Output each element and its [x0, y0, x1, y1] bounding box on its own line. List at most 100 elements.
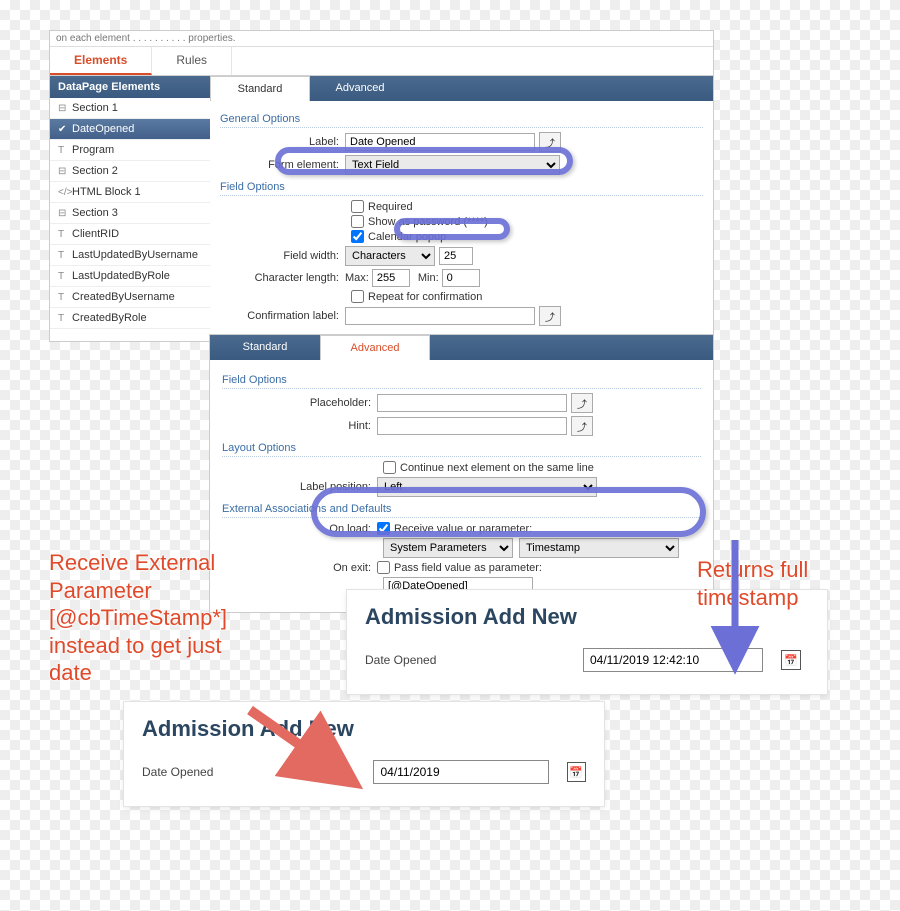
- calendar-icon[interactable]: 📅: [781, 650, 801, 670]
- placeholder-label: Placeholder:: [222, 397, 377, 409]
- insert-param-icon[interactable]: ⤴: [571, 416, 593, 436]
- section-icon: ⊟: [58, 103, 68, 114]
- datapage-elements-sidebar: DataPage Elements ⊟ Section 1 ✔ DateOpened…: [50, 76, 210, 341]
- continue-same-line-checkbox[interactable]: [383, 461, 396, 474]
- calendar-icon[interactable]: 📅: [567, 762, 586, 782]
- show-as-password-label: Show as password (****): [368, 216, 488, 228]
- sidebar-item-label: LastUpdatedByRole: [72, 270, 170, 282]
- label-input[interactable]: [345, 133, 535, 151]
- calendar-popup-label: Calendar popup: [368, 231, 446, 243]
- label-position-select[interactable]: Left: [377, 477, 597, 497]
- onexit-pass-checkbox[interactable]: [377, 561, 390, 574]
- sidebar-item-section3[interactable]: ⊟ Section 3: [50, 203, 210, 224]
- preview2-title: Admission Add New: [142, 716, 586, 742]
- sidebar-item-lastupdatedbyusername[interactable]: T LastUpdatedByUsername: [50, 245, 210, 266]
- group-general-options: General Options: [220, 113, 703, 128]
- cutoff-fragment: on each element . . . . . . . . . . prop…: [50, 31, 713, 47]
- required-label: Required: [368, 201, 413, 213]
- repeat-confirmation-checkbox[interactable]: [351, 290, 364, 303]
- sidebar-item-label: HTML Block 1: [72, 186, 141, 198]
- preview-date-only: Admission Add New Date Opened 📅: [124, 702, 604, 806]
- sidebar-item-createdbyusername[interactable]: T CreatedByUsername: [50, 287, 210, 308]
- sidebar-item-clientrid[interactable]: T ClientRID: [50, 224, 210, 245]
- check-icon: ✔: [58, 124, 68, 135]
- placeholder-input[interactable]: [377, 394, 567, 412]
- show-as-password-checkbox[interactable]: [351, 215, 364, 228]
- field-width-unit-select[interactable]: Characters: [345, 246, 435, 266]
- field-width-label: Field width:: [220, 250, 345, 262]
- tab-rules[interactable]: Rules: [152, 47, 232, 75]
- confirmation-label-label: Confirmation label:: [220, 310, 345, 322]
- sidebar-item-label: Section 3: [72, 207, 118, 219]
- sidebar-item-label: LastUpdatedByUsername: [72, 249, 198, 261]
- field-icon: T: [58, 271, 68, 282]
- insert-param-icon[interactable]: ⤴: [539, 132, 561, 152]
- subtab-standard[interactable]: Standard: [210, 76, 310, 101]
- onload-receive-label: Receive value or parameter:: [394, 523, 532, 535]
- char-length-min-input[interactable]: [442, 269, 480, 287]
- char-length-max-input[interactable]: [372, 269, 410, 287]
- sidebar-item-label: Program: [72, 144, 114, 156]
- form-element-select[interactable]: Text Field: [345, 155, 560, 175]
- group-layout-options: Layout Options: [222, 442, 701, 457]
- required-checkbox[interactable]: [351, 200, 364, 213]
- sidebar-item-program[interactable]: T Program: [50, 140, 210, 161]
- subtab-advanced[interactable]: Advanced: [310, 76, 410, 101]
- hint-label: Hint:: [222, 420, 377, 432]
- subtab-standard-2[interactable]: Standard: [210, 335, 320, 360]
- label-label: Label:: [220, 136, 345, 148]
- top-tabs: Elements Rules: [50, 47, 713, 76]
- sidebar-item-label: CreatedByRole: [72, 312, 147, 324]
- section-icon: ⊟: [58, 208, 68, 219]
- annotation-receive-external-parameter: Receive External Parameter [@cbTimeStamp…: [49, 549, 227, 687]
- sidebar-item-htmlblock1[interactable]: </> HTML Block 1: [50, 182, 210, 203]
- preview2-field-label: Date Opened: [142, 765, 355, 779]
- preview1-date-input[interactable]: [583, 648, 763, 672]
- sidebar-header: DataPage Elements: [50, 76, 210, 98]
- onexit-label: On exit:: [222, 562, 377, 574]
- annotation-returns-full-timestamp: Returns full timestamp: [697, 556, 900, 611]
- sidebar-item-section2[interactable]: ⊟Section 2: [50, 161, 210, 182]
- sidebar-item-createdbyrole[interactable]: T CreatedByRole: [50, 308, 210, 329]
- group-field-options: Field Options: [220, 181, 703, 196]
- html-icon: </>: [58, 187, 68, 198]
- tab-elements[interactable]: Elements: [50, 47, 152, 75]
- sidebar-item-section1[interactable]: ⊟ Section 1: [50, 98, 210, 119]
- continue-same-line-label: Continue next element on the same line: [400, 462, 594, 474]
- label-position-label: Label position:: [222, 481, 377, 493]
- onload-receive-checkbox[interactable]: [377, 522, 390, 535]
- sidebar-item-label: CreatedByUsername: [72, 291, 175, 303]
- param-name-select[interactable]: Timestamp: [519, 538, 679, 558]
- hint-input[interactable]: [377, 417, 567, 435]
- field-width-input[interactable]: [439, 247, 473, 265]
- preview1-field-label: Date Opened: [365, 653, 565, 667]
- sidebar-item-label: Section 2: [72, 165, 118, 177]
- field-icon: T: [58, 313, 68, 324]
- insert-param-icon[interactable]: ⤴: [571, 393, 593, 413]
- field-icon: T: [58, 229, 68, 240]
- onexit-pass-label: Pass field value as parameter:: [394, 562, 542, 574]
- form-element-label: Form element:: [220, 159, 345, 171]
- sidebar-item-label: DateOpened: [72, 123, 134, 135]
- calendar-popup-checkbox[interactable]: [351, 230, 364, 243]
- group-field-options-2: Field Options: [222, 374, 701, 389]
- sidebar-item-lastupdatedbyrole[interactable]: T LastUpdatedByRole: [50, 266, 210, 287]
- char-length-label: Character length:: [220, 272, 345, 284]
- param-source-select[interactable]: System Parameters: [383, 538, 513, 558]
- confirmation-label-input[interactable]: [345, 307, 535, 325]
- field-icon: T: [58, 250, 68, 261]
- field-icon: T: [58, 292, 68, 303]
- insert-param-icon[interactable]: ⤴: [539, 306, 561, 326]
- sidebar-item-label: ClientRID: [72, 228, 119, 240]
- preview2-date-input[interactable]: [373, 760, 548, 784]
- repeat-confirmation-label: Repeat for confirmation: [368, 291, 482, 303]
- sidebar-item-dateopened[interactable]: ✔ DateOpened: [50, 119, 210, 140]
- max-label: Max:: [345, 272, 369, 284]
- field-icon: T: [58, 145, 68, 156]
- subtab-advanced-2[interactable]: Advanced: [320, 335, 430, 360]
- group-external-associations: External Associations and Defaults: [222, 503, 701, 518]
- config-panel-advanced: Standard Advanced Field Options Placehol…: [209, 334, 714, 613]
- sidebar-item-label: Section 1: [72, 102, 118, 114]
- onload-label: On load:: [222, 523, 377, 535]
- config-panel-standard: on each element . . . . . . . . . . prop…: [49, 30, 714, 342]
